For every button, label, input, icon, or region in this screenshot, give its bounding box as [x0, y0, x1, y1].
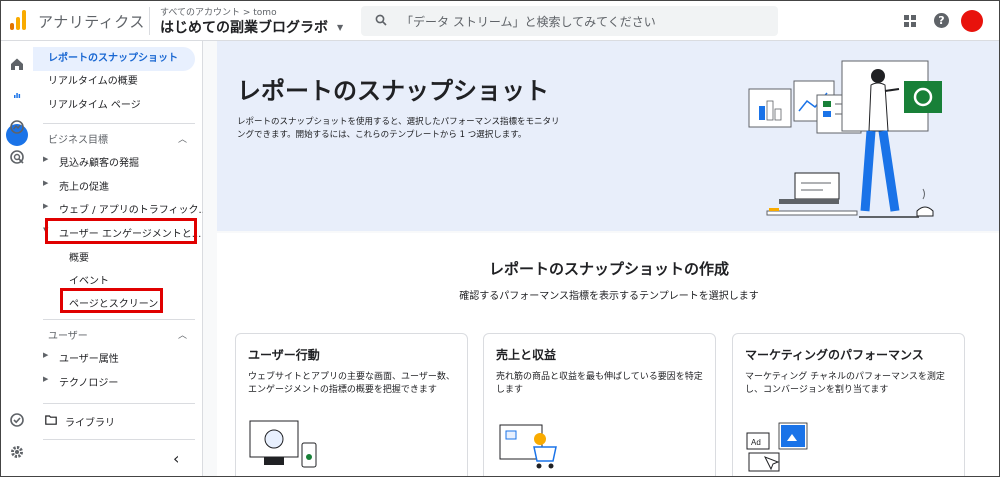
- highlight-box-pages-screens: [60, 288, 163, 313]
- sidebar-divider: [43, 319, 195, 320]
- create-title: レポートのスナップショットの作成: [488, 260, 729, 278]
- sidebar-item-demographics[interactable]: ユーザー属性: [59, 350, 119, 365]
- app-frame: アナリティクス すべてのアカウント > tomo はじめての副業ブログラボ ▼ …: [0, 0, 1000, 477]
- card-description: 売れ筋の商品と収益を最も伸ばしている要因を特定します: [496, 372, 703, 395]
- sidebar-divider: [43, 439, 195, 440]
- advertising-icon[interactable]: [8, 148, 26, 166]
- home-icon[interactable]: [8, 55, 26, 73]
- sidebar-divider: [43, 403, 195, 404]
- expand-arrow-icon[interactable]: ▶: [43, 155, 48, 163]
- sidebar-item-technology[interactable]: テクノロジー: [59, 374, 118, 389]
- sidebar-item-realtime-pages[interactable]: リアルタイム ページ: [33, 94, 195, 118]
- folder-icon: [45, 415, 57, 425]
- chevron-up-icon[interactable]: ︿: [178, 132, 187, 145]
- monitor-illustration-icon: [249, 420, 317, 468]
- caret-down-icon[interactable]: ▼: [337, 23, 343, 32]
- section-business-objectives[interactable]: ビジネス目標: [48, 131, 108, 146]
- sidebar: レポートのスナップショット リアルタイムの概要 リアルタイム ページ ビジネス目…: [33, 41, 208, 476]
- expand-arrow-icon[interactable]: ▶: [43, 351, 48, 359]
- template-card-marketing-performance[interactable]: マーケティングのパフォーマンス マーケティング チャネルのパフォーマンスを測定し…: [732, 333, 965, 476]
- page-title: レポートのスナップショット: [237, 77, 549, 105]
- card-description: マーケティング チャネルのパフォーマンスを測定し、コンバージョンを割り当てます: [745, 372, 945, 395]
- top-bar: アナリティクス すべてのアカウント > tomo はじめての副業ブログラボ ▼ …: [1, 1, 999, 41]
- search-placeholder: 「データ ストリーム」と検索してみてください: [401, 15, 656, 29]
- left-rail: [1, 41, 33, 476]
- search-bar[interactable]: 「データ ストリーム」と検索してみてください: [361, 6, 778, 36]
- card-title: ユーザー行動: [248, 348, 320, 362]
- hero-banner: レポートのスナップショット レポートのスナップショットを使用すると、選択したパフ…: [217, 41, 999, 231]
- template-card-user-behavior[interactable]: ユーザー行動 ウェブサイトとアプリの主要な画面、ユーザー数、エンゲージメントの指…: [235, 333, 468, 476]
- create-subtitle: 確認するパフォーマンス指標を表示するテンプレートを選択します: [459, 291, 759, 302]
- search-icon: [375, 14, 387, 26]
- expand-arrow-icon[interactable]: ▶: [43, 202, 48, 210]
- settings-gear-icon[interactable]: [8, 443, 26, 461]
- card-description: ウェブサイトとアプリの主要な画面、ユーザー数、エンゲージメントの指標の概要を把握…: [248, 372, 455, 395]
- sidebar-item-realtime-overview[interactable]: リアルタイムの概要: [33, 70, 195, 94]
- card-title: マーケティングのパフォーマンス: [745, 348, 924, 362]
- sidebar-item-library[interactable]: ライブラリ: [65, 414, 115, 429]
- sidebar-item-drive-sales[interactable]: 売上の促進: [59, 178, 109, 193]
- section-user[interactable]: ユーザー: [48, 327, 88, 342]
- collapse-sidebar-chevron-icon[interactable]: ‹: [173, 449, 179, 468]
- sidebar-subitem-events[interactable]: イベント: [69, 272, 109, 287]
- highlight-box-engagement: [45, 218, 197, 244]
- header-divider: [149, 7, 150, 35]
- create-snapshot-panel: レポートのスナップショットの作成 確認するパフォーマンス指標を表示するテンプレー…: [217, 233, 999, 476]
- avatar[interactable]: [961, 10, 983, 32]
- chevron-up-icon[interactable]: ︿: [178, 328, 187, 341]
- shopping-cart-illustration-icon: [499, 424, 557, 469]
- expand-arrow-icon[interactable]: ▶: [43, 375, 48, 383]
- expand-arrow-icon[interactable]: ▶: [43, 179, 48, 187]
- page-description: レポートのスナップショットを使用すると、選択したパフォーマンス指標をモニタリング…: [237, 117, 560, 140]
- sidebar-item-report-snapshot[interactable]: レポートのスナップショット: [33, 47, 195, 71]
- sidebar-item-web-app-traffic[interactable]: ウェブ / アプリのトラフィック...: [59, 201, 208, 216]
- analytics-logo-icon[interactable]: [10, 10, 28, 30]
- ad-label: Ad: [751, 438, 761, 447]
- hero-illustration-icon: [748, 60, 942, 218]
- reports-icon: [12, 90, 22, 100]
- sidebar-divider: [43, 123, 195, 124]
- apps-grid-icon[interactable]: [903, 14, 917, 28]
- account-selector[interactable]: はじめての副業ブログラボ: [160, 17, 328, 37]
- explore-icon[interactable]: [8, 118, 26, 136]
- help-icon[interactable]: ?: [934, 13, 949, 28]
- template-card-sales-revenue[interactable]: 売上と収益 売れ筋の商品と収益を最も伸ばしている要因を特定します: [483, 333, 716, 476]
- ad-illustration-icon: Ad: [746, 422, 808, 472]
- sidebar-subitem-overview[interactable]: 概要: [69, 249, 89, 264]
- app-title: アナリティクス: [38, 13, 145, 31]
- main-content: レポートのスナップショット レポートのスナップショットを使用すると、選択したパフ…: [203, 41, 999, 476]
- sidebar-item-lead-generation[interactable]: 見込み顧客の発掘: [59, 154, 139, 169]
- card-title: 売上と収益: [496, 348, 557, 362]
- admin-check-icon[interactable]: [8, 411, 26, 429]
